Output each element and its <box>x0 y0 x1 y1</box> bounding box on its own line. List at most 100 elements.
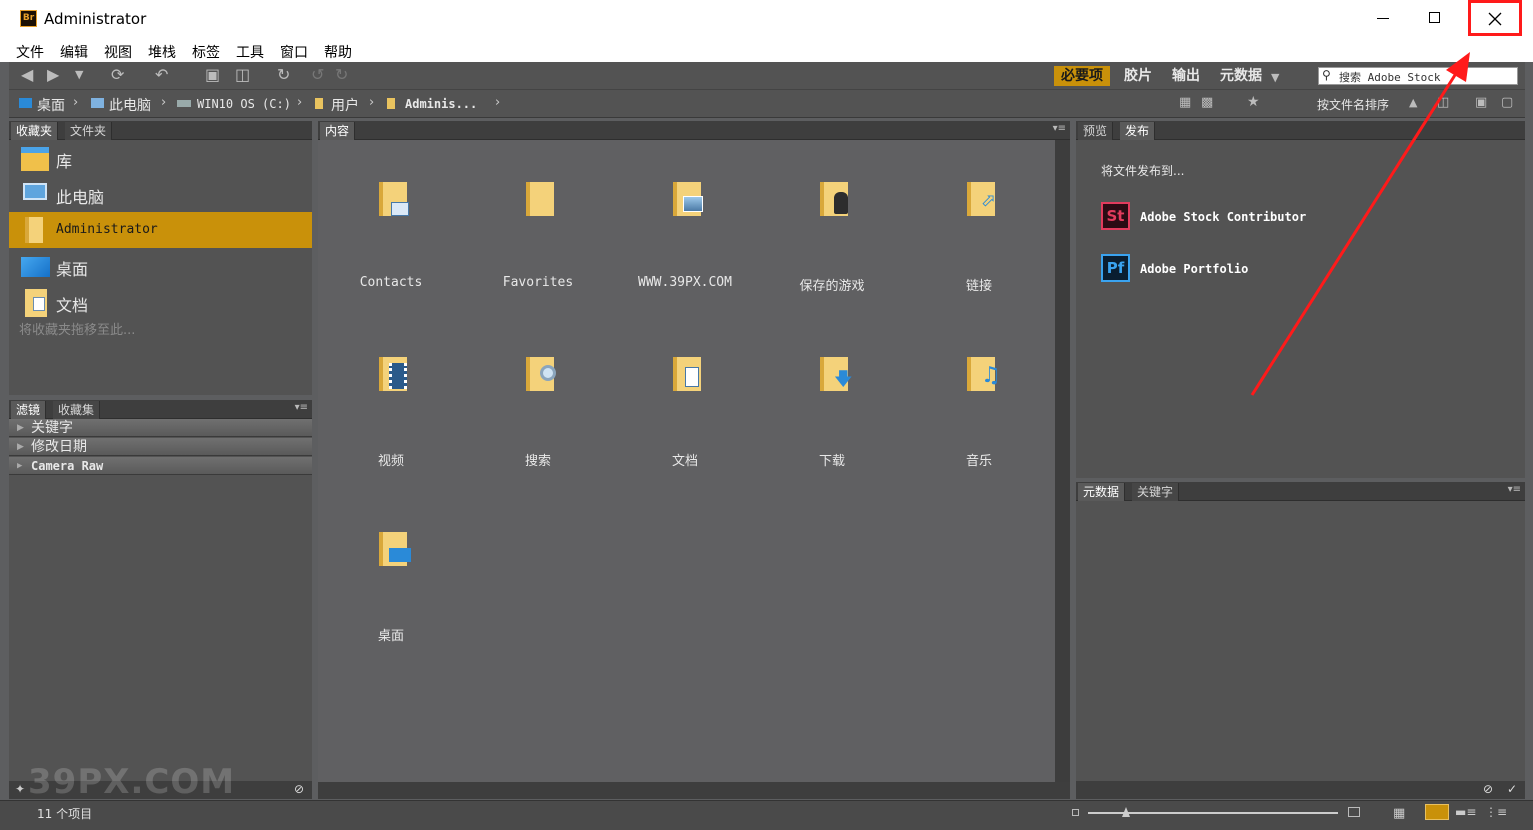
favorite-label: 库 <box>56 152 73 171</box>
content-scrollbar[interactable] <box>1055 140 1070 782</box>
tab-filter[interactable]: 滤镜 <box>11 401 47 419</box>
folder-thumbnail[interactable]: 桌面 <box>321 510 461 680</box>
folder-thumbnail[interactable]: ♫ 音乐 <box>909 335 1049 505</box>
expand-arrow-icon: ▶ <box>17 423 24 433</box>
breadcrumb-desktop[interactable]: 桌面 <box>37 95 65 115</box>
open-recent-icon[interactable]: ↻ <box>277 67 290 83</box>
refine-icon[interactable]: ◫ <box>235 67 250 83</box>
menu-view[interactable]: 视图 <box>104 42 132 62</box>
favorites-hint: 将收藏夹拖移至此... <box>19 323 136 338</box>
breadcrumb-drive[interactable]: WIN10 OS (C:) <box>197 97 291 111</box>
thumbnail-label: 视频 <box>377 454 404 469</box>
menu-help[interactable]: 帮助 <box>324 42 352 62</box>
folder-thumbnail[interactable]: WWW.39PX.COM <box>615 160 755 330</box>
favorite-item-administrator[interactable]: Administrator <box>9 212 312 248</box>
filter-panel-header: 滤镜 收藏集 ▾≡ <box>9 400 312 419</box>
thumbnail-large-icon[interactable] <box>1348 807 1360 817</box>
film-strip-icon <box>389 363 407 389</box>
thumbnail-label: 搜索 <box>524 454 551 469</box>
tab-metadata[interactable]: 元数据 <box>1078 483 1126 501</box>
clear-filter-icon[interactable]: ⊘ <box>294 782 304 796</box>
menu-stack[interactable]: 堆栈 <box>148 42 176 62</box>
favorite-item-documents[interactable]: 文档 <box>9 285 312 321</box>
view-details-icon[interactable]: ▬≡ <box>1455 805 1476 819</box>
library-icon <box>21 147 49 171</box>
boomerang-icon[interactable]: ↶ <box>155 67 168 83</box>
breadcrumb-this-pc[interactable]: 此电脑 <box>109 95 151 115</box>
maximize-button[interactable] <box>1412 0 1458 38</box>
breadcrumb-admin[interactable]: Adminis... <box>405 97 477 111</box>
folder-thumbnail[interactable]: ⬀ 链接 <box>909 160 1049 330</box>
forward-arrow-icon[interactable]: ▶ <box>47 67 59 83</box>
tab-favorites[interactable]: 收藏夹 <box>11 122 59 140</box>
tab-keywords[interactable]: 关键字 <box>1132 483 1180 501</box>
menu-label[interactable]: 标签 <box>192 42 220 62</box>
panel-menu-icon[interactable]: ▾≡ <box>1508 484 1521 495</box>
folder-thumbnail[interactable]: Favorites <box>468 160 608 330</box>
shortcut-arrow-icon: ⬀ <box>981 190 997 211</box>
grid-lock-icon[interactable]: ▦ <box>1393 806 1405 821</box>
filter-row-label: 修改日期 <box>31 439 87 455</box>
favorite-item-desktop[interactable]: 桌面 <box>9 249 312 285</box>
pin-icon[interactable]: ✦ <box>15 782 25 796</box>
camera-icon[interactable]: ▣ <box>205 67 220 83</box>
thumbnail-label: Contacts <box>359 275 423 290</box>
slider-handle[interactable] <box>1122 807 1130 817</box>
cancel-icon[interactable]: ⊘ <box>1483 782 1493 796</box>
folder-thumbnail[interactable]: Contacts <box>321 160 461 330</box>
minimize-button[interactable] <box>1360 0 1406 38</box>
folder-thumbnail[interactable]: 视频 <box>321 335 461 505</box>
workspace-output[interactable]: 输出 <box>1172 66 1200 86</box>
favorites-folder-icon <box>526 182 554 216</box>
close-button[interactable] <box>1468 0 1522 36</box>
view-mode-icon[interactable]: ▩ <box>1201 95 1213 111</box>
menu-file[interactable]: 文件 <box>16 42 44 62</box>
thumbnail-label: 链接 <box>965 279 992 294</box>
tab-collections[interactable]: 收藏集 <box>53 401 101 419</box>
panel-menu-icon[interactable]: ▾≡ <box>295 402 308 413</box>
workspace-essentials[interactable]: 必要项 <box>1054 66 1110 86</box>
view-thumbnails-icon[interactable] <box>1425 804 1449 820</box>
annotation-arrow <box>1250 52 1470 396</box>
delete-icon[interactable]: ▢ <box>1501 95 1513 111</box>
apply-check-icon[interactable]: ✓ <box>1507 782 1517 796</box>
watermark: 39PX.COM <box>28 762 236 802</box>
desktop-icon <box>21 257 50 277</box>
menu-edit[interactable]: 编辑 <box>60 42 88 62</box>
desktop-icon <box>19 98 32 108</box>
content-panel: Contacts Favorites WWW.39PX.COM 保存的游戏 ⬀ … <box>318 140 1055 782</box>
favorite-item-this-pc[interactable]: 此电脑 <box>9 177 312 213</box>
workspace-filmstrip[interactable]: 胶片 <box>1124 66 1152 86</box>
folder-thumbnail[interactable]: 文档 <box>615 335 755 505</box>
favorite-item-library[interactable]: 库 <box>9 141 312 177</box>
contact-card-icon <box>391 202 409 216</box>
filter-camera-raw[interactable]: ▶ Camera Raw <box>9 457 312 475</box>
tab-content[interactable]: 内容 <box>320 122 356 140</box>
menu-tools[interactable]: 工具 <box>236 42 264 62</box>
tab-preview[interactable]: 预览 <box>1078 122 1114 140</box>
view-list-icon[interactable]: ⋮≡ <box>1485 805 1507 819</box>
favorite-label: 文档 <box>56 296 89 315</box>
recent-folder-icon[interactable]: ⟳ <box>111 67 124 83</box>
rotate-left-icon[interactable]: ↺ <box>311 67 324 83</box>
music-note-icon: ♫ <box>981 363 1001 388</box>
breadcrumb-separator: › <box>161 95 167 110</box>
back-arrow-icon[interactable]: ◀ <box>21 67 33 83</box>
folder-thumbnail[interactable]: 保存的游戏 <box>762 160 902 330</box>
folder-thumbnail[interactable]: 搜索 <box>468 335 608 505</box>
tab-folders[interactable]: 文件夹 <box>65 122 113 140</box>
title-bar: Br Administrator <box>0 0 1533 38</box>
thumbnail-small-icon[interactable] <box>1072 809 1079 816</box>
tab-publish[interactable]: 发布 <box>1120 122 1156 140</box>
menu-window[interactable]: 窗口 <box>280 42 308 62</box>
folder-thumbnail[interactable]: 🡇 下载 <box>762 335 902 505</box>
rotate-right-icon[interactable]: ↻ <box>335 67 348 83</box>
panel-menu-icon[interactable]: ▾≡ <box>1053 123 1066 134</box>
download-arrow-icon: 🡇 <box>834 369 853 390</box>
filter-keywords[interactable]: ▶ 关键字 <box>9 419 312 437</box>
filter-date-modified[interactable]: ▶ 修改日期 <box>9 438 312 456</box>
chevron-down-icon[interactable]: ▼ <box>75 67 83 83</box>
thumbnail-size-slider[interactable] <box>1088 807 1338 817</box>
breadcrumb-users[interactable]: 用户 <box>331 95 359 115</box>
quality-icon[interactable]: ▦ <box>1179 95 1191 111</box>
